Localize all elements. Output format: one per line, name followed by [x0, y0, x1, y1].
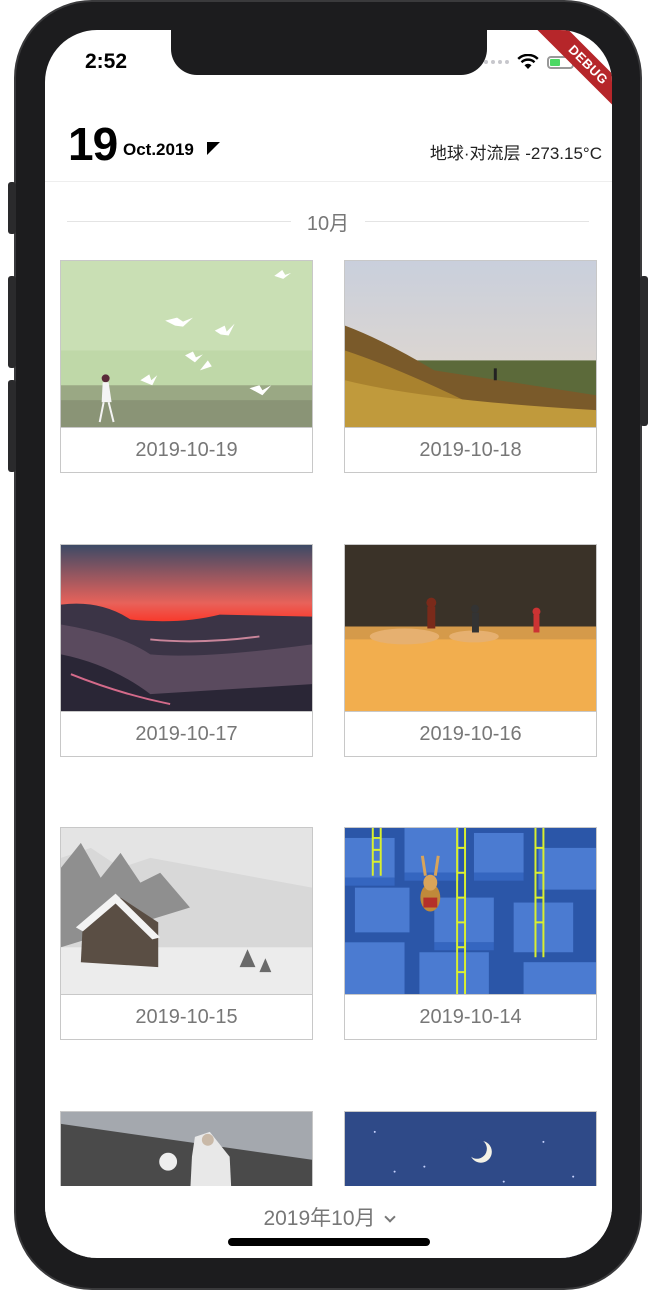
mute-switch	[8, 182, 16, 234]
status-icons	[484, 54, 574, 70]
photo-card[interactable]: 2019-10-14	[344, 827, 597, 1040]
photo-hillside-sunset	[345, 261, 596, 428]
app-screen: 2:52 DEBUG 19 Oct.2019 地球·对流层 -273.15°C …	[45, 30, 612, 1258]
home-indicator[interactable]	[228, 1238, 430, 1246]
photo-desert-runners	[345, 545, 596, 712]
photo-card[interactable]: 2019-10-17	[60, 544, 313, 757]
app-header: 19 Oct.2019 地球·对流层 -273.15°C	[45, 114, 612, 182]
card-date: 2019-10-19	[135, 438, 238, 461]
photo-card[interactable]: 2019-10-15	[60, 827, 313, 1040]
month-section-header: 10月	[67, 206, 589, 236]
volume-up-button	[8, 276, 16, 368]
current-day: 19	[68, 118, 118, 170]
power-button	[640, 276, 648, 426]
card-date: 2019-10-14	[419, 1005, 522, 1028]
status-time: 2:52	[85, 50, 128, 73]
photo-meadow-birds	[61, 261, 312, 428]
divider-line	[365, 220, 589, 222]
month-year-label[interactable]: Oct.2019	[123, 140, 194, 160]
notch	[171, 30, 487, 75]
card-date: 2019-10-15	[135, 1005, 238, 1028]
photo-blue-blocks-rabbit	[345, 828, 596, 995]
card-date: 2019-10-18	[419, 438, 522, 461]
device-frame: 2:52 DEBUG 19 Oct.2019 地球·对流层 -273.15°C …	[0, 0, 656, 1290]
card-date: 2019-10-17	[135, 722, 238, 745]
photo-red-sky-coast	[61, 545, 312, 712]
photo-card[interactable]: 2019-10-19	[60, 260, 313, 473]
month-selector-label[interactable]: 2019年10月	[263, 1207, 375, 1230]
weather-text: 地球·对流层 -273.15°C	[429, 144, 602, 163]
photo-card[interactable]: 2019-10-16	[344, 544, 597, 757]
chevron-down-icon[interactable]	[383, 1211, 396, 1223]
volume-down-button	[8, 380, 16, 472]
month-selector[interactable]: 2019年10月	[45, 1202, 612, 1232]
photo-card[interactable]: 2019-10-18	[344, 260, 597, 473]
cellular-signal-icon	[484, 60, 509, 64]
triangle-dropdown-icon[interactable]	[207, 142, 220, 155]
photo-snow-cabin	[61, 828, 312, 995]
card-date: 2019-10-16	[419, 722, 522, 745]
wifi-icon	[517, 54, 539, 69]
section-title: 10月	[306, 212, 350, 235]
divider-line	[67, 220, 291, 222]
